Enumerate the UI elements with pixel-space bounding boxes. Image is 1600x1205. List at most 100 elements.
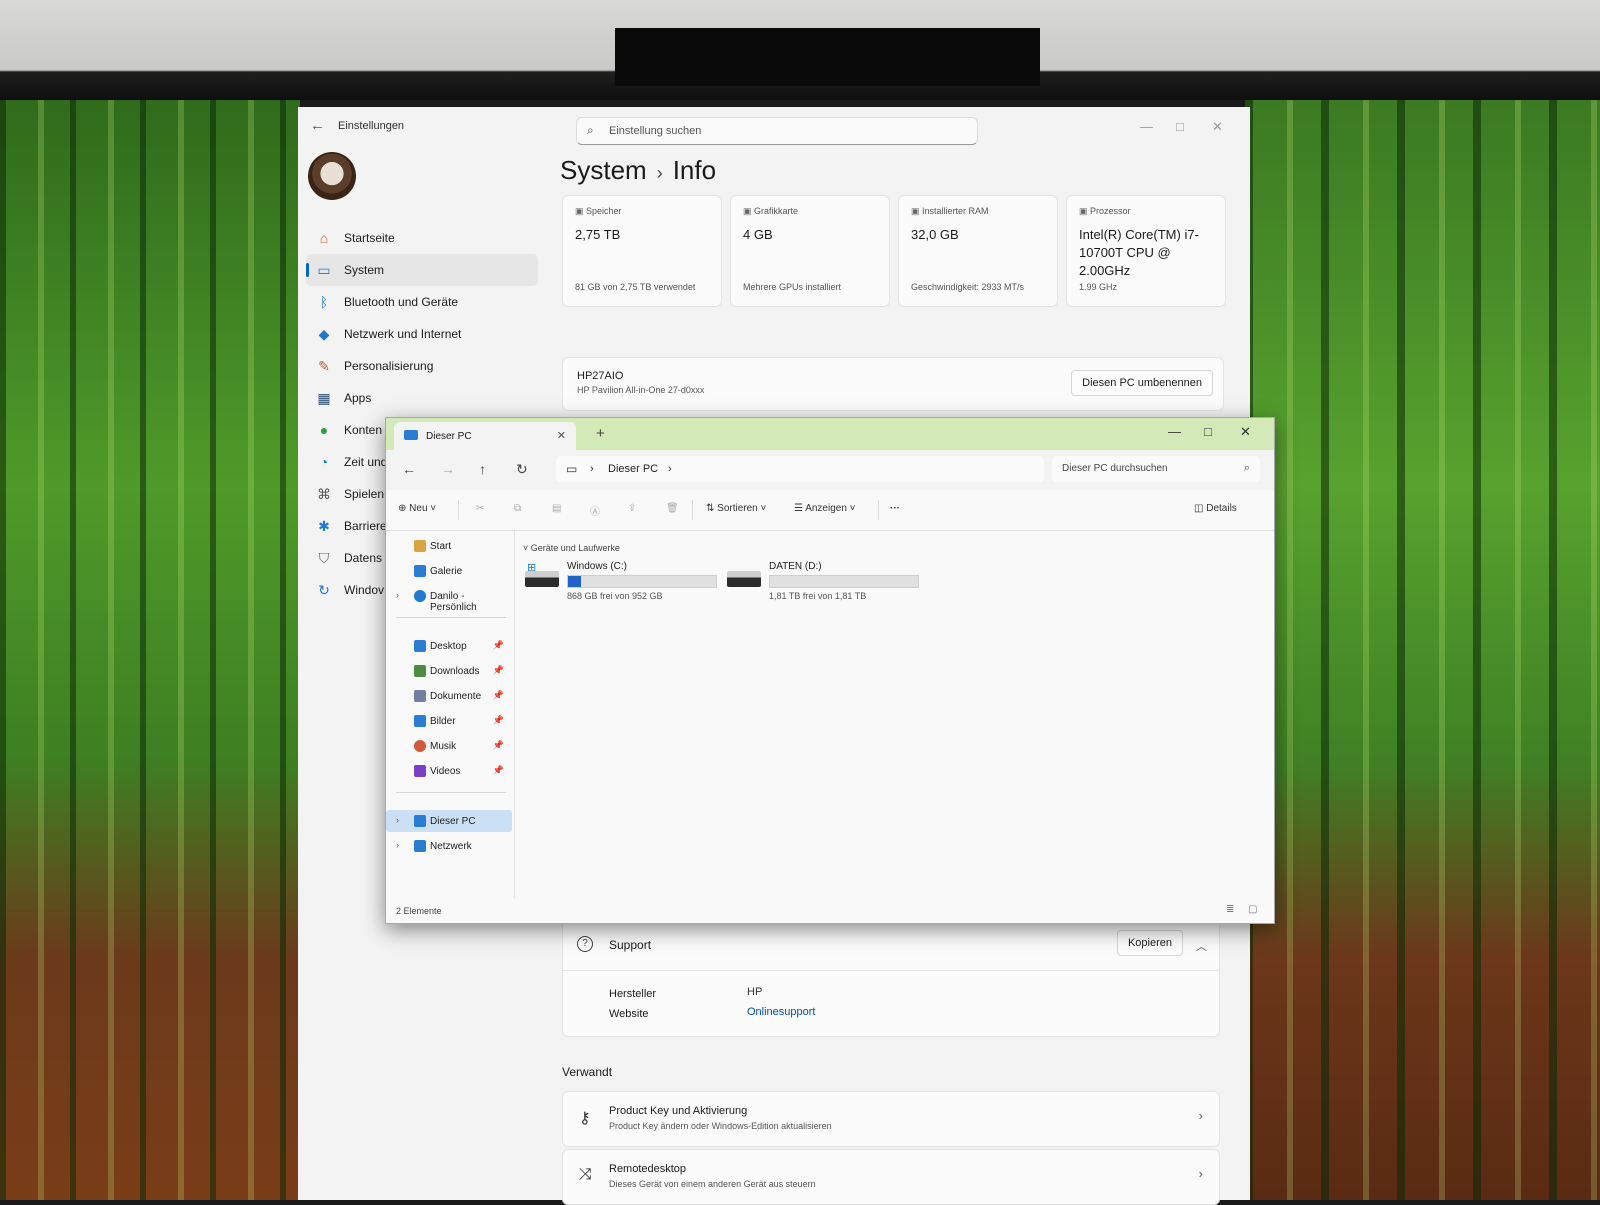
divider [563, 970, 1219, 971]
view-label: Anzeigen [805, 503, 847, 514]
rename-pc-button[interactable]: Diesen PC umbenennen [1071, 370, 1213, 396]
spec-label: Installierter RAM [911, 206, 989, 217]
accessibility-icon: ✱ [318, 517, 330, 534]
sidebar-item-musik[interactable]: Musik 📌 [386, 735, 512, 757]
breadcrumb-system[interactable]: System [560, 155, 647, 185]
sidebar-item-label: Videos [430, 766, 461, 777]
sidebar-item-galerie[interactable]: Galerie [386, 560, 512, 582]
view-button[interactable]: ☰ Anzeigen ˅ [794, 503, 856, 514]
sidebar-item-videos[interactable]: Videos 📌 [386, 760, 512, 782]
maximize-icon[interactable]: □ [1204, 424, 1212, 439]
tab-dieser-pc[interactable]: Dieser PC ✕ [394, 422, 576, 450]
sidebar-item-startseite[interactable]: ⌂ Startseite [306, 222, 538, 254]
pin-icon: 📌 [492, 690, 504, 700]
sidebar-item-dokumente[interactable]: Dokumente 📌 [386, 685, 512, 707]
sidebar-item-onedrive[interactable]: › Danilo - Persönlich [386, 585, 512, 613]
tiles-view-icon[interactable]: ▢ [1248, 904, 1257, 915]
sidebar-item-label: Personalisierung [344, 359, 434, 373]
download-icon [414, 665, 426, 677]
spec-value: 32,0 GB [911, 227, 959, 242]
sidebar-item-label: Musik [430, 741, 457, 752]
chevron-right-icon[interactable]: › [396, 815, 399, 825]
related-heading: Verwandt [562, 1065, 613, 1079]
rename-icon[interactable]: Ⓐ [590, 503, 600, 518]
search-icon: ⌕ [1243, 462, 1250, 474]
minimize-icon[interactable]: — [1140, 119, 1153, 134]
wifi-icon: ◆ [318, 325, 330, 342]
sidebar-item-system[interactable]: ▭ System [306, 254, 538, 286]
related-remote-desktop[interactable]: ⤨ Remotedesktop Dieses Gerät von einem a… [562, 1149, 1220, 1205]
related-title: Remotedesktop [609, 1163, 687, 1175]
close-icon[interactable]: ✕ [1240, 424, 1251, 440]
paste-icon[interactable]: ▤ [552, 503, 561, 514]
drive-name: Windows (C:) [567, 561, 628, 572]
sort-button[interactable]: ⇅ Sortieren ˅ [706, 503, 766, 514]
spec-card-storage: Speicher 2,75 TB 81 GB von 2,75 TB verwe… [562, 195, 722, 307]
sidebar-item-dieser-pc[interactable]: › Dieser PC [386, 810, 512, 832]
refresh-icon[interactable]: ↻ [516, 461, 528, 478]
sidebar-item-label: Dieser PC [430, 816, 476, 827]
sidebar-item-bluetooth[interactable]: ᛒ Bluetooth und Geräte [306, 286, 538, 318]
sidebar-item-label: Dokumente [430, 691, 482, 702]
cut-icon[interactable]: ✂ [476, 503, 484, 514]
sidebar-item-apps[interactable]: ▦ Apps [306, 382, 538, 414]
back-icon[interactable]: ← [402, 461, 416, 477]
sidebar-item-netzwerk[interactable]: › Netzwerk [386, 835, 512, 857]
search-icon: ⌕ [587, 123, 594, 137]
chevron-right-icon[interactable]: › [396, 590, 399, 600]
maximize-icon[interactable]: □ [1176, 119, 1184, 134]
explorer-tabbar: Dieser PC ✕ + — □ ✕ [386, 418, 1274, 450]
copy-button[interactable]: Kopieren [1116, 930, 1183, 956]
redacted-area [615, 28, 1040, 86]
related-product-key[interactable]: ⚷ Product Key und Aktivierung Product Ke… [562, 1091, 1220, 1147]
device-name-card: HP27AIO HP Pavilion All-in-One 27-d0xxx … [562, 357, 1224, 411]
cloud-icon [414, 590, 426, 602]
chevron-up-icon[interactable]: ︿ [1196, 938, 1207, 954]
sidebar-item-label: Netzwerk und Internet [344, 327, 462, 341]
up-icon[interactable]: ↑ [479, 461, 486, 477]
sidebar-item-netzwerk[interactable]: ◆ Netzwerk und Internet [306, 318, 538, 350]
explorer-search-input[interactable]: Dieser PC durchsuchen ⌕ [1052, 456, 1260, 482]
sidebar-item-label: Danilo - Persönlich [430, 591, 477, 613]
sidebar-item-desktop[interactable]: Desktop 📌 [386, 635, 512, 657]
chevron-right-icon[interactable]: › [396, 840, 399, 850]
sidebar-item-label: Datens [344, 551, 383, 565]
back-arrow-icon[interactable]: ← [310, 117, 325, 134]
avatar[interactable] [308, 152, 356, 200]
shield-icon: ⛉ [318, 549, 330, 566]
drive-d[interactable]: DATEN (D:) 1,81 TB frei von 1,81 TB [727, 561, 919, 605]
drive-c[interactable]: ⊞ Windows (C:) 868 GB frei von 952 GB [525, 561, 717, 605]
sidebar-item-label: Galerie [430, 566, 463, 577]
search-placeholder: Einstellung suchen [609, 125, 702, 137]
close-tab-icon[interactable]: ✕ [557, 429, 566, 442]
share-icon[interactable]: ⇪ [628, 503, 636, 514]
new-tab-icon[interactable]: + [596, 425, 605, 442]
tab-label: Dieser PC [426, 431, 472, 442]
page-title: System › Info [560, 155, 716, 186]
delete-icon[interactable]: 🗑 [666, 503, 679, 514]
breadcrumb-dieser-pc[interactable]: Dieser PC [608, 463, 658, 475]
forward-icon[interactable]: → [441, 461, 455, 477]
website-link[interactable]: Onlinesupport [747, 1006, 816, 1018]
sidebar-item-downloads[interactable]: Downloads 📌 [386, 660, 512, 682]
list-view-icon[interactable]: ≣ [1226, 904, 1234, 915]
support-title: Support [609, 938, 652, 952]
more-options-button[interactable]: ··· [890, 503, 900, 514]
group-header[interactable]: ˅ Geräte und Laufwerke [523, 543, 620, 553]
new-label: Neu [409, 503, 428, 514]
settings-search-input[interactable]: ⌕ Einstellung suchen [576, 117, 978, 145]
copy-icon[interactable]: ⧉ [514, 503, 521, 514]
new-button[interactable]: ⊕ Neu ˅ [398, 503, 436, 514]
close-icon[interactable]: ✕ [1212, 119, 1223, 135]
details-button[interactable]: ◫ Details [1194, 503, 1237, 514]
breadcrumb-separator: › [656, 163, 663, 183]
gallery-icon [414, 565, 426, 577]
address-bar[interactable]: ▭ › Dieser PC › [556, 456, 1044, 482]
sidebar-item-bilder[interactable]: Bilder 📌 [386, 710, 512, 732]
minimize-icon[interactable]: — [1168, 424, 1181, 439]
sidebar-item-label: Apps [344, 391, 372, 405]
sidebar-item-personalisierung[interactable]: ✎ Personalisierung [306, 350, 538, 382]
explorer-toolbar: ⊕ Neu ˅ ✂ ⧉ ▤ Ⓐ ⇪ 🗑 ⇅ Sortieren ˅ ☰ Anze… [386, 490, 1274, 531]
sidebar-item-start[interactable]: Start [386, 535, 512, 557]
drive-name: DATEN (D:) [769, 561, 822, 572]
